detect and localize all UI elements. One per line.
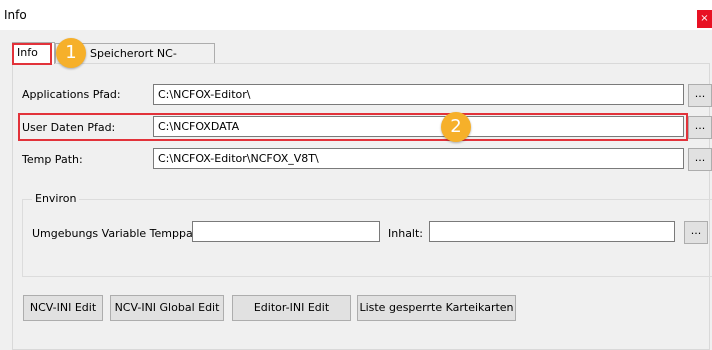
liste-gesperrte-karteikarten-button[interactable]: Liste gesperrte Karteikarten <box>357 295 516 321</box>
tab-info-highlight <box>12 43 52 65</box>
temppath-env-field[interactable] <box>192 221 380 242</box>
close-button[interactable]: × <box>697 10 712 28</box>
inhalt-browse-button[interactable]: ... <box>684 221 708 244</box>
app-path-field[interactable]: C:\NCFOX-Editor\ <box>153 84 684 105</box>
ncv-ini-global-edit-button[interactable]: NCV-INI Global Edit <box>110 295 224 321</box>
editor-ini-edit-button[interactable]: Editor-INI Edit <box>232 295 351 321</box>
ncv-ini-edit-button[interactable]: NCV-INI Edit <box>23 295 103 321</box>
annotation-marker-2: 2 <box>441 112 471 142</box>
app-path-label: Applications Pfad: <box>22 88 121 101</box>
temppath-env-label: Umgebungs Variable Temppath: <box>32 227 208 240</box>
window-title: Info <box>4 8 27 22</box>
temp-path-label: Temp Path: <box>22 153 83 166</box>
user-path-browse-button[interactable]: ... <box>688 116 712 139</box>
user-path-highlight <box>18 113 688 141</box>
temp-path-browse-button[interactable]: ... <box>688 148 712 171</box>
environ-title: Environ <box>32 192 80 205</box>
temp-path-field[interactable]: C:\NCFOX-Editor\NCFOX_V8T\ <box>153 148 684 169</box>
title-bar: Info × <box>0 0 712 30</box>
inhalt-label: Inhalt: <box>388 227 424 240</box>
app-path-browse-button[interactable]: ... <box>688 84 712 107</box>
annotation-marker-1: 1 <box>56 38 86 68</box>
inhalt-field[interactable] <box>429 221 675 242</box>
